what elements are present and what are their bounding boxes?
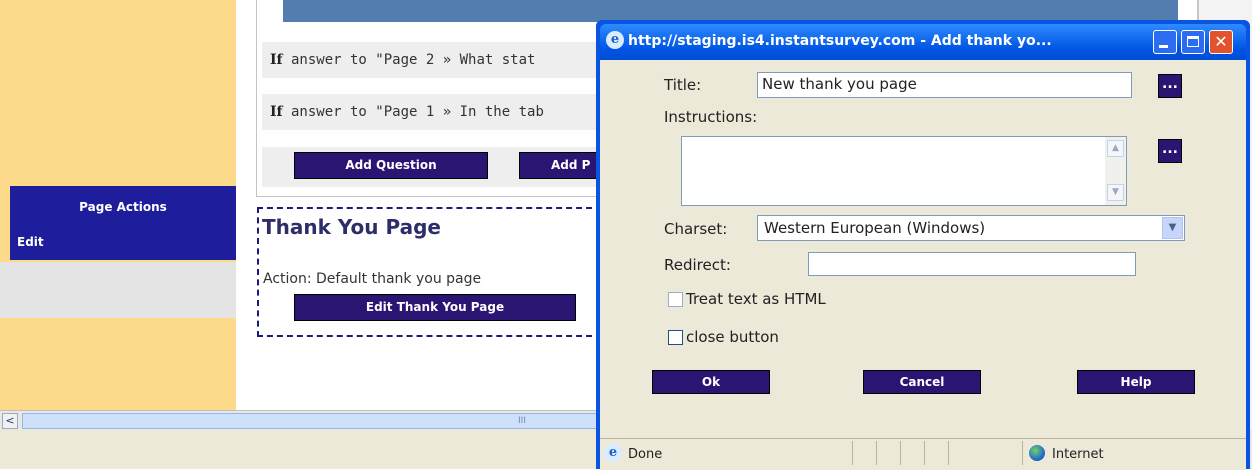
add-question-button[interactable]: Add Question	[294, 152, 488, 179]
status-divider	[1022, 441, 1023, 465]
page-actions-panel: Page Actions Edit	[10, 186, 236, 260]
title-more-button[interactable]: ...	[1158, 74, 1182, 98]
charset-select[interactable]: Western European (Windows)	[757, 215, 1185, 241]
ie-page-icon: e	[604, 444, 622, 462]
edit-thank-you-button[interactable]: Edit Thank You Page	[294, 294, 576, 321]
status-divider	[900, 441, 901, 465]
redirect-label: Redirect:	[664, 256, 731, 274]
charset-label: Charset:	[664, 220, 728, 238]
status-text: Done	[628, 447, 663, 462]
treat-html-checkbox[interactable]	[668, 292, 683, 307]
close-button-checkbox[interactable]	[668, 330, 683, 345]
status-divider	[876, 441, 877, 465]
instructions-label: Instructions:	[664, 108, 758, 126]
title-label: Title:	[664, 76, 702, 94]
status-divider	[948, 441, 949, 465]
condition-text: answer to "Page 1 » In the tab	[282, 104, 544, 120]
status-divider	[852, 441, 853, 465]
ok-button[interactable]: Ok	[652, 370, 770, 394]
cancel-button[interactable]: Cancel	[863, 370, 981, 394]
title-input[interactable]: New thank you page	[757, 72, 1132, 98]
help-button[interactable]: Help	[1077, 370, 1195, 394]
header-bar	[283, 0, 1178, 22]
instructions-scrollbar[interactable]: ▲ ▼	[1105, 137, 1126, 205]
scroll-down-icon[interactable]: ▼	[1107, 184, 1124, 201]
status-divider	[924, 441, 925, 465]
add-page-button[interactable]: Add P	[519, 152, 599, 179]
maximize-icon[interactable]	[1181, 30, 1205, 54]
sidebar-edit-link[interactable]: Edit	[17, 235, 44, 249]
page-actions-title: Page Actions	[79, 200, 167, 214]
minimize-icon[interactable]	[1153, 30, 1177, 54]
chevron-down-icon[interactable]: ▼	[1162, 217, 1183, 239]
popup-statusbar	[600, 438, 1246, 470]
popup-title: http://staging.is4.instantsurvey.com - A…	[628, 33, 1052, 49]
close-button-label: close button	[686, 328, 779, 346]
condition-keyword: If	[270, 104, 283, 120]
thank-you-action: Action: Default thank you page	[263, 271, 482, 287]
sidebar-separator	[0, 262, 236, 318]
condition-keyword: If	[270, 52, 283, 68]
instructions-textarea[interactable]	[681, 136, 1127, 206]
condition-text: answer to "Page 2 » What stat	[282, 52, 536, 68]
scroll-left-icon[interactable]: <	[2, 413, 18, 429]
instructions-more-button[interactable]: ...	[1158, 139, 1182, 163]
close-icon[interactable]: ✕	[1209, 30, 1233, 54]
treat-html-label: Treat text as HTML	[686, 290, 826, 308]
ie-icon: e	[606, 31, 624, 49]
scroll-up-icon[interactable]: ▲	[1107, 140, 1124, 157]
globe-icon	[1029, 445, 1045, 461]
zone-text: Internet	[1052, 447, 1104, 462]
thank-you-title: Thank You Page	[262, 215, 441, 239]
redirect-input[interactable]	[808, 252, 1136, 276]
